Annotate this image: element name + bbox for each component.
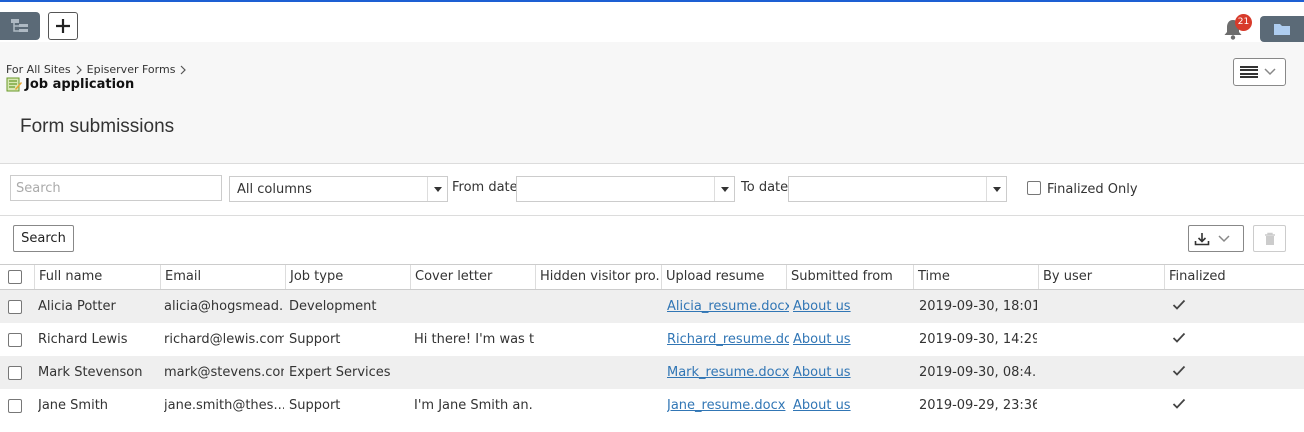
cell-resume-link[interactable]: Richard_resume.docx bbox=[667, 323, 789, 356]
cell-time: 2019-09-30, 14:29... bbox=[919, 332, 1037, 347]
submissions-table: Full name Email Job type Cover letter Hi… bbox=[0, 264, 1304, 413]
page-heading: Form submissions bbox=[20, 116, 175, 137]
item-title-row: Job application bbox=[6, 76, 134, 92]
row-checkbox[interactable] bbox=[8, 300, 22, 314]
cell-job-type: Expert Services bbox=[289, 365, 391, 380]
plus-icon bbox=[56, 19, 70, 33]
row-checkbox[interactable] bbox=[8, 333, 22, 347]
column-header-upload-resume[interactable]: Upload resume bbox=[661, 265, 786, 289]
cell-email: richard@lewis.com bbox=[164, 332, 284, 347]
search-input[interactable] bbox=[10, 175, 222, 201]
checkmark-icon bbox=[1172, 365, 1186, 376]
cell-email: jane.smith@thes... bbox=[164, 398, 284, 413]
to-date-picker[interactable] bbox=[788, 176, 1007, 202]
column-header-finalized[interactable]: Finalized bbox=[1164, 265, 1304, 289]
cell-full-name: Mark Stevenson bbox=[38, 365, 143, 380]
folder-icon bbox=[1274, 24, 1290, 35]
assets-pane-toggle[interactable] bbox=[1260, 16, 1304, 42]
finalized-only-checkbox[interactable] bbox=[1027, 181, 1041, 195]
notification-badge[interactable]: 21 bbox=[1235, 14, 1252, 31]
chevron-down-icon bbox=[1264, 68, 1276, 76]
download-icon bbox=[1194, 232, 1210, 245]
to-date-label: To date bbox=[741, 180, 789, 195]
chevron-down-icon bbox=[427, 177, 447, 201]
finalized-only-label: Finalized Only bbox=[1047, 182, 1138, 197]
cell-cover-letter bbox=[414, 356, 534, 389]
search-button[interactable]: Search bbox=[13, 225, 74, 252]
item-title: Job application bbox=[25, 76, 135, 92]
row-checkbox[interactable] bbox=[8, 399, 22, 413]
cell-resume-link[interactable]: Alicia_resume.docx bbox=[667, 290, 789, 323]
table-row[interactable]: Jane Smith jane.smith@thes... Support I'… bbox=[0, 389, 1304, 422]
chevron-down-icon bbox=[1218, 234, 1230, 242]
table-header: Full name Email Job type Cover letter Hi… bbox=[0, 264, 1304, 290]
chevron-down-icon bbox=[714, 177, 734, 201]
trash-icon bbox=[1264, 232, 1275, 245]
table-row[interactable]: Mark Stevenson mark@stevens.com Expert S… bbox=[0, 356, 1304, 389]
form-icon bbox=[6, 77, 22, 92]
column-header-full-name[interactable]: Full name bbox=[34, 265, 160, 289]
cell-time: 2019-09-30, 18:01... bbox=[919, 299, 1037, 314]
from-date-label: From date bbox=[452, 180, 518, 195]
cell-time: 2019-09-30, 08:4... bbox=[919, 365, 1037, 380]
delete-button[interactable] bbox=[1253, 225, 1286, 252]
cell-submitted-from-link[interactable]: About us bbox=[793, 290, 911, 323]
column-header-email[interactable]: Email bbox=[160, 265, 285, 289]
checkmark-icon bbox=[1172, 398, 1186, 409]
breadcrumb-item-all-sites[interactable]: For All Sites bbox=[6, 63, 71, 76]
global-toolbar: 21 bbox=[0, 2, 1304, 42]
checkmark-icon bbox=[1172, 332, 1186, 343]
column-header-cover-letter[interactable]: Cover letter bbox=[410, 265, 535, 289]
submissions-toolbar: Search bbox=[0, 216, 1304, 264]
breadcrumb: For All Sites Episerver Forms bbox=[6, 63, 191, 76]
cell-job-type: Support bbox=[289, 398, 341, 413]
content-header: For All Sites Episerver Forms Job applic… bbox=[0, 42, 1304, 164]
cell-full-name: Jane Smith bbox=[38, 398, 109, 413]
cell-submitted-from-link[interactable]: About us bbox=[793, 389, 911, 422]
row-checkbox[interactable] bbox=[8, 366, 22, 380]
column-header-hidden-visitor-profile[interactable]: Hidden visitor pro... bbox=[535, 265, 661, 289]
breadcrumb-item-episerver-forms[interactable]: Episerver Forms bbox=[87, 63, 176, 76]
cell-job-type: Support bbox=[289, 332, 341, 347]
cell-job-type: Development bbox=[289, 299, 377, 314]
navigation-pane-toggle[interactable] bbox=[0, 12, 40, 40]
cell-email: mark@stevens.com bbox=[164, 365, 284, 380]
select-all-checkbox[interactable] bbox=[8, 270, 22, 284]
cell-cover-letter: I'm Jane Smith an... bbox=[414, 398, 534, 413]
tree-icon bbox=[11, 19, 28, 32]
column-header-by-user[interactable]: By user bbox=[1038, 265, 1164, 289]
context-menu-button[interactable] bbox=[1233, 58, 1286, 86]
chevron-right-icon bbox=[76, 65, 82, 74]
from-date-picker[interactable] bbox=[516, 176, 735, 202]
checkmark-icon bbox=[1172, 299, 1186, 310]
filter-bar: All columns From date To date Finalized … bbox=[0, 164, 1304, 216]
cell-resume-link[interactable]: Jane_resume.docx bbox=[667, 389, 789, 422]
add-button[interactable] bbox=[48, 12, 78, 40]
cell-cover-letter: Hi there! I'm was t... bbox=[414, 332, 534, 347]
export-button[interactable] bbox=[1188, 225, 1244, 252]
table-row[interactable]: Alicia Potter alicia@hogsmead... Develop… bbox=[0, 290, 1304, 323]
cell-full-name: Richard Lewis bbox=[38, 332, 128, 347]
cell-cover-letter bbox=[414, 290, 534, 323]
menu-lines-icon bbox=[1240, 66, 1258, 78]
cell-submitted-from-link[interactable]: About us bbox=[793, 356, 911, 389]
column-header-submitted-from[interactable]: Submitted from bbox=[786, 265, 913, 289]
table-row[interactable]: Richard Lewis richard@lewis.com Support … bbox=[0, 323, 1304, 356]
chevron-down-icon bbox=[986, 177, 1006, 201]
chevron-right-icon bbox=[180, 65, 187, 74]
cell-full-name: Alicia Potter bbox=[38, 299, 116, 314]
column-header-job-type[interactable]: Job type bbox=[285, 265, 410, 289]
cell-time: 2019-09-29, 23:36... bbox=[919, 398, 1037, 413]
cell-submitted-from-link[interactable]: About us bbox=[793, 323, 911, 356]
cell-resume-link[interactable]: Mark_resume.docx bbox=[667, 356, 789, 389]
cell-email: alicia@hogsmead... bbox=[164, 299, 284, 314]
column-select-value: All columns bbox=[237, 181, 312, 197]
column-header-time[interactable]: Time bbox=[913, 265, 1038, 289]
column-select[interactable]: All columns bbox=[229, 176, 448, 202]
